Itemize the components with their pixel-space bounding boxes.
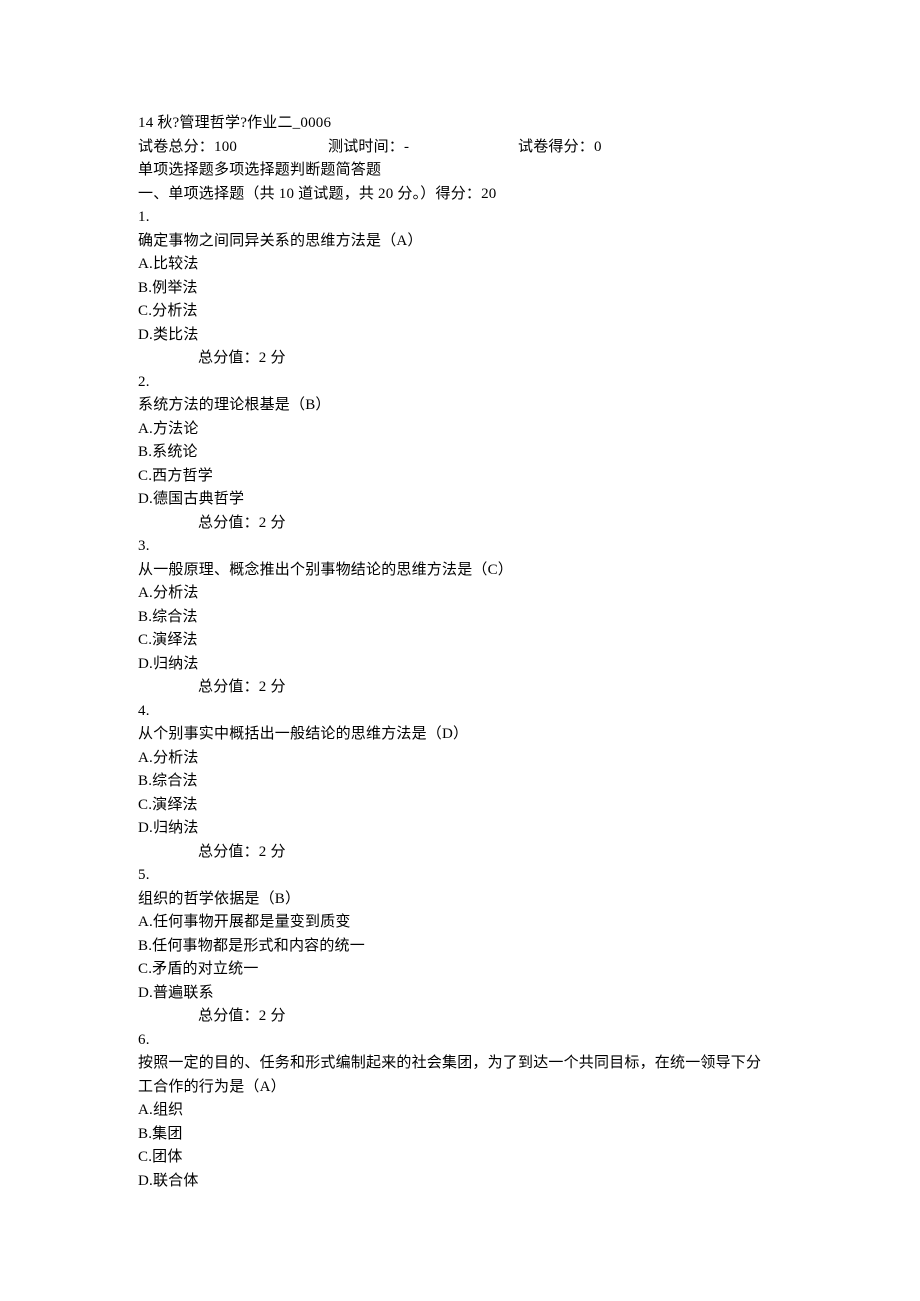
q2-number: 2. [138, 371, 782, 395]
q6-option-b: B.集团 [138, 1123, 782, 1147]
q1-option-c: C.分析法 [138, 300, 782, 324]
q5-stem: 组织的哲学依据是（B） [138, 888, 782, 912]
q5-score: 总分值：2 分 [138, 1005, 782, 1029]
exam-meta-row: 试卷总分：100 测试时间：- 试卷得分：0 [138, 136, 782, 160]
q4-number: 4. [138, 700, 782, 724]
q4-option-c: C.演绎法 [138, 794, 782, 818]
q5-option-b: B.任何事物都是形式和内容的统一 [138, 935, 782, 959]
q1-option-d: D.类比法 [138, 324, 782, 348]
q3-option-a: A.分析法 [138, 582, 782, 606]
q1-option-b: B.例举法 [138, 277, 782, 301]
sections-list: 单项选择题多项选择题判断题简答题 [138, 159, 782, 183]
q3-score: 总分值：2 分 [138, 676, 782, 700]
q2-option-b: B.系统论 [138, 441, 782, 465]
test-time-label: 测试时间：- [328, 136, 518, 160]
q4-option-d: D.归纳法 [138, 817, 782, 841]
title: 14 秋?管理哲学?作业二_0006 [138, 112, 782, 136]
q6-stem-line2: 工合作的行为是（A） [138, 1076, 782, 1100]
q1-score: 总分值：2 分 [138, 347, 782, 371]
q6-number: 6. [138, 1029, 782, 1053]
q3-stem: 从一般原理、概念推出个别事物结论的思维方法是（C） [138, 559, 782, 583]
q4-score: 总分值：2 分 [138, 841, 782, 865]
q1-stem: 确定事物之间同异关系的思维方法是（A） [138, 230, 782, 254]
q4-option-b: B.综合法 [138, 770, 782, 794]
q6-stem-line1: 按照一定的目的、任务和形式编制起来的社会集团，为了到达一个共同目标，在统一领导下… [138, 1052, 782, 1076]
document-page: 14 秋?管理哲学?作业二_0006 试卷总分：100 测试时间：- 试卷得分：… [0, 0, 920, 1301]
q5-number: 5. [138, 864, 782, 888]
q4-option-a: A.分析法 [138, 747, 782, 771]
section-1-title: 一、单项选择题（共 10 道试题，共 20 分。）得分：20 [138, 183, 782, 207]
q6-option-a: A.组织 [138, 1099, 782, 1123]
q4-stem: 从个别事实中概括出一般结论的思维方法是（D） [138, 723, 782, 747]
q3-option-d: D.归纳法 [138, 653, 782, 677]
total-score-label: 试卷总分：100 [138, 136, 328, 160]
q2-stem: 系统方法的理论根基是（B） [138, 394, 782, 418]
q2-score: 总分值：2 分 [138, 512, 782, 536]
q1-option-a: A.比较法 [138, 253, 782, 277]
q3-number: 3. [138, 535, 782, 559]
q2-option-a: A.方法论 [138, 418, 782, 442]
q2-option-c: C.西方哲学 [138, 465, 782, 489]
q1-number: 1. [138, 206, 782, 230]
obtained-score-label: 试卷得分：0 [518, 136, 602, 160]
q6-option-d: D.联合体 [138, 1170, 782, 1194]
q5-option-d: D.普遍联系 [138, 982, 782, 1006]
q6-option-c: C.团体 [138, 1146, 782, 1170]
q2-option-d: D.德国古典哲学 [138, 488, 782, 512]
q5-option-a: A.任何事物开展都是量变到质变 [138, 911, 782, 935]
q5-option-c: C.矛盾的对立统一 [138, 958, 782, 982]
q3-option-c: C.演绎法 [138, 629, 782, 653]
q3-option-b: B.综合法 [138, 606, 782, 630]
